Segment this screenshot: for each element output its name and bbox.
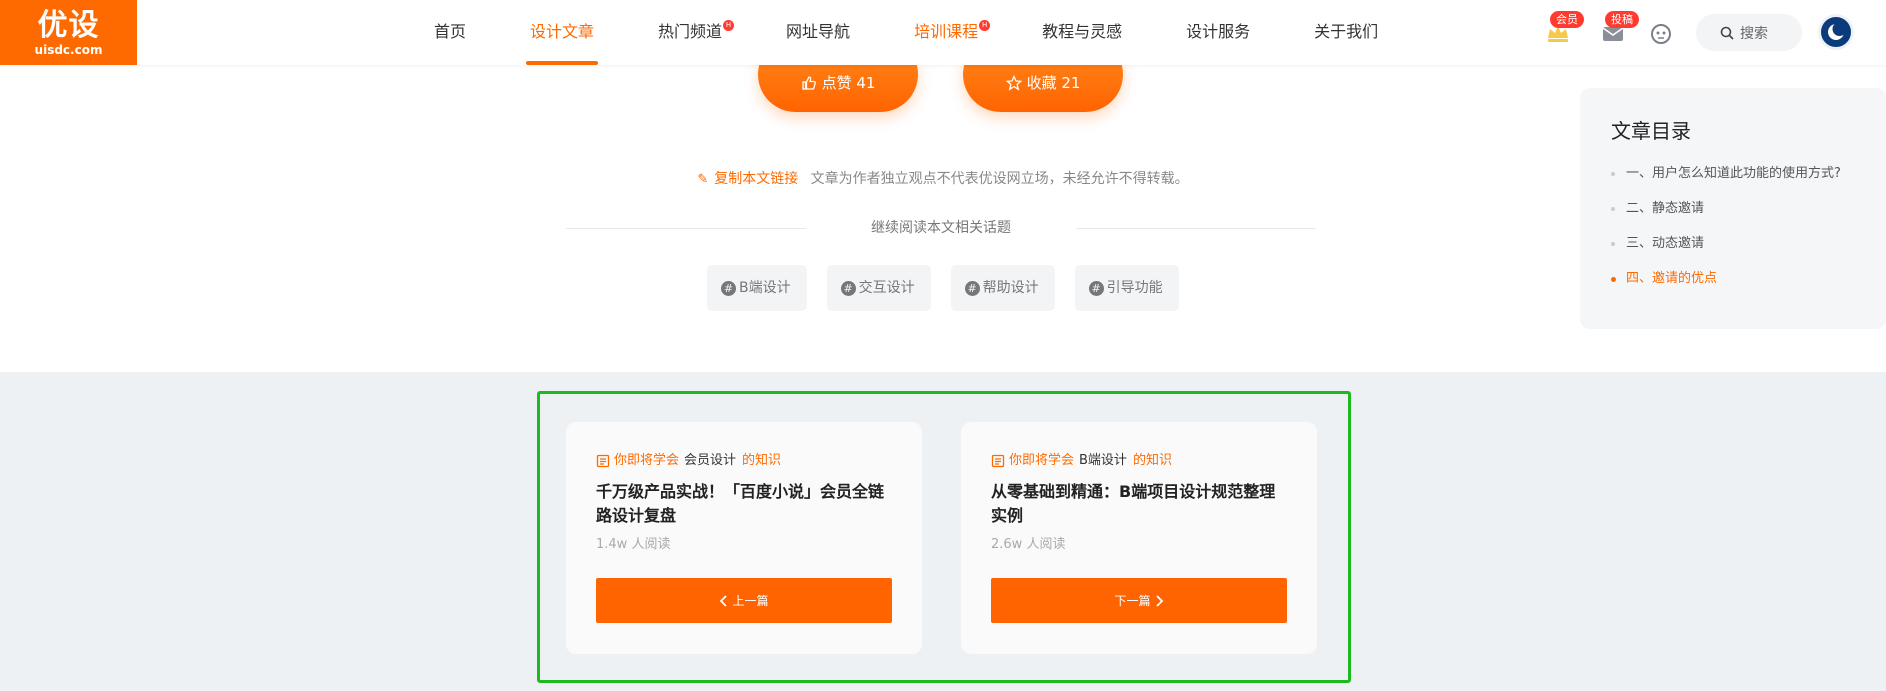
moon-icon	[1828, 22, 1847, 40]
toc-title: 文章目录	[1611, 119, 1691, 143]
toc-item-active[interactable]: 四、邀请的优点	[1611, 261, 1886, 296]
document-icon	[991, 454, 1005, 468]
disclaimer-text: 文章为作者独立观点不代表优设网立场，未经允许不得转载。	[810, 171, 1189, 187]
hash-icon: #	[1088, 280, 1104, 296]
link-icon: ✎	[697, 172, 709, 187]
next-article-button[interactable]: 下一篇	[991, 578, 1287, 623]
tag-help-design[interactable]: # 帮助设计	[950, 265, 1055, 311]
collect-label: 收藏 21	[1026, 74, 1081, 92]
copy-link-button[interactable]: ✎ 复制本文链接	[697, 171, 798, 187]
nav-item-site-nav[interactable]: 网址导航	[782, 0, 854, 65]
tag-interaction-design[interactable]: # 交互设计	[826, 265, 931, 311]
like-label: 点赞 41	[821, 74, 876, 92]
toc-item[interactable]: 二、静态邀请	[1611, 191, 1886, 226]
related-topics-heading: 继续阅读本文相关话题	[566, 218, 1316, 238]
search-placeholder: 搜索	[1740, 25, 1768, 42]
nav-item-services[interactable]: 设计服务	[1182, 0, 1254, 65]
card-read-count: 2.6w 人阅读	[991, 537, 1066, 552]
tag-b-design[interactable]: # B端设计	[707, 265, 807, 311]
prev-article-button[interactable]: 上一篇	[596, 578, 892, 623]
document-icon	[596, 454, 610, 468]
hash-icon: #	[964, 280, 980, 296]
member-crown-icon[interactable]: 会员	[1545, 11, 1584, 46]
hot-badge: H	[723, 20, 735, 31]
card-topic: 会员设计	[684, 453, 737, 468]
article-toc: 文章目录 一、用户怎么知道此功能的使用方式? 二、静态邀请 三、动态邀请 四、邀…	[1580, 88, 1886, 329]
search-icon	[1720, 26, 1734, 40]
hot-badge: H	[979, 20, 991, 31]
nav-item-articles[interactable]: 设计文章	[526, 0, 599, 65]
card-topic: B端设计	[1079, 453, 1127, 468]
search-box[interactable]: 搜索	[1696, 14, 1802, 51]
site-header: 优设 uisdc.com 首页 设计文章 热门频道 H 网址导航 培训课程 H 教程…	[0, 0, 1886, 65]
star-icon	[1005, 74, 1022, 91]
card-learn-line: 你即将学会 B端设计 的知识	[991, 452, 1287, 470]
related-heading-text: 继续阅读本文相关话题	[871, 220, 1011, 236]
toc-item[interactable]: 一、用户怎么知道此功能的使用方式?	[1611, 156, 1886, 191]
card-title[interactable]: 千万级产品实战！「百度小说」会员全链路设计复盘	[596, 480, 892, 528]
nav-item-home[interactable]: 首页	[430, 0, 470, 65]
card-title[interactable]: 从零基础到精通：B端项目设计规范整理实例	[991, 480, 1287, 528]
toc-item[interactable]: 三、动态邀请	[1611, 226, 1886, 261]
card-learn-line: 你即将学会 会员设计 的知识	[596, 452, 892, 470]
nav-item-about[interactable]: 关于我们	[1310, 0, 1382, 65]
robot-face-icon[interactable]	[1648, 20, 1674, 46]
thumbs-up-icon	[801, 75, 816, 90]
user-avatar[interactable]	[1818, 14, 1854, 50]
tag-guide-feature[interactable]: # 引导功能	[1074, 265, 1179, 311]
next-article-card[interactable]: 你即将学会 B端设计 的知识 从零基础到精通：B端项目设计规范整理实例 2.6w…	[961, 422, 1317, 654]
hash-icon: #	[840, 280, 856, 296]
topic-tags: # B端设计 # 交互设计 # 帮助设计 # 引导功能	[707, 265, 1199, 311]
submit-mail-icon[interactable]: 投稿	[1600, 11, 1639, 46]
hash-icon: #	[721, 280, 736, 296]
chevron-left-icon	[720, 594, 728, 607]
nav-item-hot-channels[interactable]: 热门频道 H	[654, 0, 735, 65]
submit-badge: 投稿	[1605, 11, 1639, 28]
card-read-count: 1.4w 人阅读	[596, 537, 671, 552]
member-badge: 会员	[1550, 11, 1584, 28]
main-nav: 首页 设计文章 热门频道 H 网址导航 培训课程 H 教程与灵感 设计服务 关于我们	[430, 0, 1382, 65]
chevron-right-icon	[1155, 594, 1163, 607]
logo-domain: uisdc.com	[34, 43, 103, 57]
logo-text: 优设	[37, 8, 100, 43]
prev-article-card[interactable]: 你即将学会 会员设计 的知识 千万级产品实战！「百度小说」会员全链路设计复盘 1…	[566, 422, 922, 654]
nav-item-courses[interactable]: 培训课程 H	[910, 0, 991, 65]
nav-item-tutorials[interactable]: 教程与灵感	[1038, 0, 1126, 65]
site-logo[interactable]: 优设 uisdc.com	[0, 0, 137, 65]
